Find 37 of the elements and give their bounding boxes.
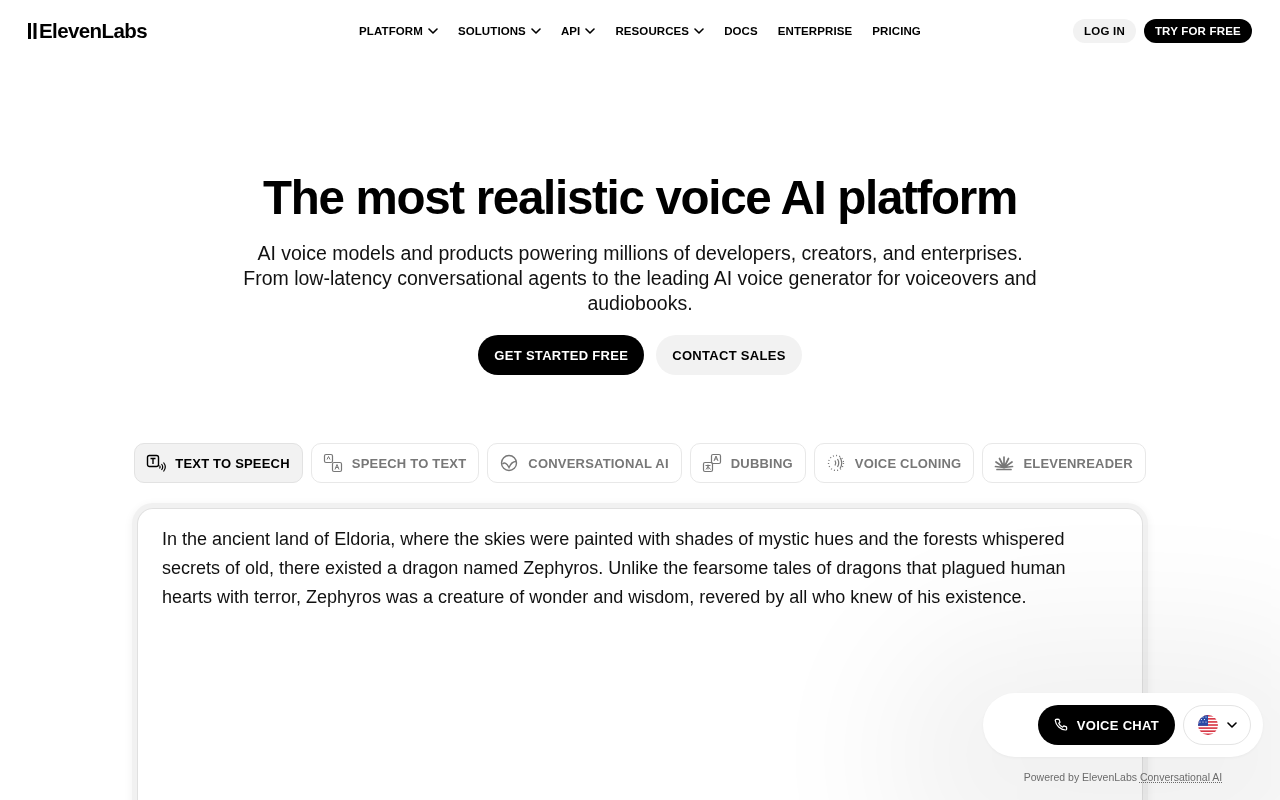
hero-title: The most realistic voice AI platform <box>262 173 1018 223</box>
nav-link[interactable]: ENTERPRISE <box>777 25 853 37</box>
logo-bars-icon <box>28 23 37 39</box>
caret-icon <box>427 28 438 34</box>
nav-link[interactable]: RESOURCES <box>615 25 705 37</box>
circle-wave-icon <box>499 453 520 473</box>
hero-subtitle: From low-latency conversational agents to the leading AI voice generator for voiceovers and audiobooks. <box>242 266 1038 316</box>
nav-link[interactable]: PRICING <box>872 25 921 37</box>
nav-link[interactable]: PLATFORM <box>359 25 438 37</box>
voice-chat-button[interactable]: VOICE CHAT <box>1037 705 1175 745</box>
login-button[interactable]: LOG IN <box>1073 19 1136 43</box>
hero-subtitle: AI voice models and products powering millions of developers, creators, and enterprises. <box>256 241 1024 266</box>
product-tab[interactable]: SPEECH TO TEXT <box>310 443 480 483</box>
language-select[interactable] <box>1183 705 1251 745</box>
logo-link[interactable]: ElevenLabs <box>28 19 147 43</box>
nav-link[interactable]: DOCS <box>724 25 758 37</box>
nav-link[interactable]: SOLUTIONS <box>457 25 541 37</box>
us-flag-icon <box>1197 715 1218 735</box>
translate-icon <box>322 453 343 473</box>
chevron-down-icon <box>1226 722 1237 728</box>
text-speech-icon <box>146 453 167 473</box>
product-tab[interactable]: TEXT TO SPEECH <box>134 443 303 483</box>
product-tab[interactable]: ELEVENREADER <box>982 443 1146 483</box>
contact-button[interactable]: CONTACT SALES <box>656 335 802 375</box>
dotted-sound-icon <box>825 453 846 473</box>
get-started-button[interactable]: GET STARTED FREE <box>478 335 645 375</box>
product-tab[interactable]: CONVERSATIONAL AI <box>487 443 682 483</box>
caret-icon <box>694 28 705 34</box>
phone-icon <box>1053 718 1068 732</box>
product-tab[interactable]: DUBBING <box>689 443 806 483</box>
caret-icon <box>585 28 596 34</box>
burst-icon <box>994 453 1015 473</box>
caret-icon <box>530 28 541 34</box>
nav-link[interactable]: API <box>560 25 596 37</box>
signup-button[interactable]: TRY FOR FREE <box>1143 19 1252 43</box>
product-tab[interactable]: VOICE CLONING <box>813 443 975 483</box>
language-icon <box>701 453 722 473</box>
